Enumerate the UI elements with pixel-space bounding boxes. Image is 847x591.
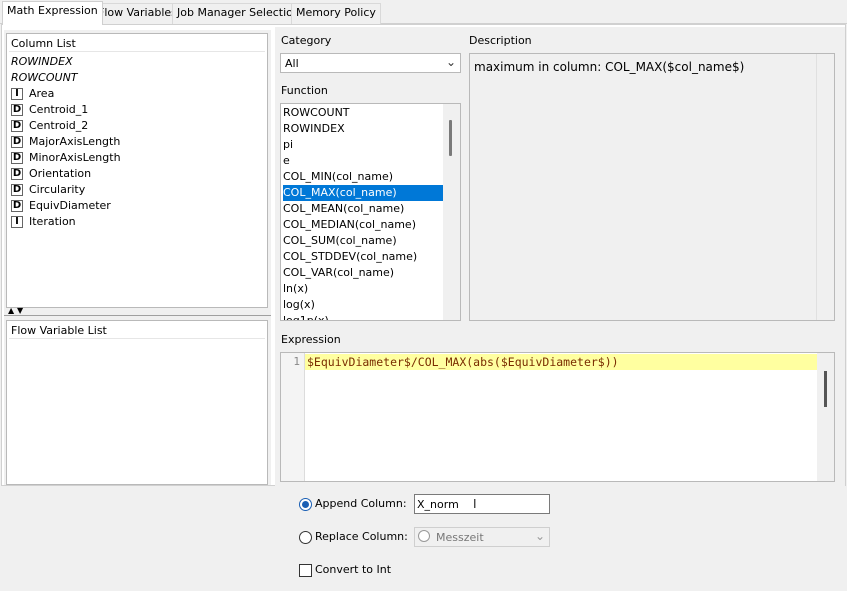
function-label: Function (281, 84, 328, 97)
double-type-icon: D (11, 184, 23, 196)
double-type-icon: D (11, 136, 23, 148)
tab-memory-policy[interactable]: Memory Policy (291, 3, 381, 24)
description-text: maximum in column: COL_MAX($col_name$) (474, 60, 745, 74)
description-label: Description (469, 34, 532, 47)
column-list-item[interactable]: D MajorAxisLength (11, 134, 120, 150)
tab-flow-variables[interactable]: Flow Variables (93, 3, 182, 24)
expression-label: Expression (281, 333, 341, 346)
double-type-icon: D (11, 152, 23, 164)
expression-text[interactable]: $EquivDiameter$/COL_MAX(abs($EquivDiamet… (307, 355, 619, 369)
collapse-up-icon[interactable]: ▲ (8, 306, 14, 315)
function-scroll-thumb[interactable] (449, 120, 452, 156)
column-list-item[interactable]: D Orientation (11, 166, 91, 182)
line-number: 1 (293, 355, 300, 368)
function-list-item[interactable]: ROWCOUNT (283, 105, 443, 121)
double-type-icon: D (11, 168, 23, 180)
tab-job-manager-selection[interactable]: Job Manager Selection (172, 3, 305, 24)
column-list-item[interactable]: D MinorAxisLength (11, 150, 121, 166)
column-list-item[interactable]: D Circularity (11, 182, 85, 198)
append-column-label: Append Column: (315, 497, 407, 510)
function-list[interactable]: ROWCOUNT ROWINDEX pi e COL_MIN(col_name) COL_… (280, 103, 461, 321)
integer-type-icon: I (11, 88, 23, 100)
expression-scrollbar[interactable] (817, 353, 834, 481)
function-list-item[interactable]: log(x) (283, 297, 443, 313)
integer-type-icon: I (11, 216, 23, 228)
column-name: MinorAxisLength (29, 151, 121, 164)
convert-to-int-label: Convert to Int (315, 563, 392, 576)
chevron-down-icon: ⌄ (534, 529, 545, 543)
replace-column-value: Messzeit (436, 531, 484, 544)
column-list-item[interactable]: ROWINDEX (11, 54, 73, 70)
column-list-panel[interactable]: Column List ROWINDEX ROWCOUNT I Area D Centro… (6, 33, 268, 308)
double-type-icon: D (11, 120, 23, 132)
clock-icon (418, 530, 430, 542)
column-list-item[interactable]: I Iteration (11, 214, 76, 230)
column-name: ROWINDEX (11, 55, 73, 68)
chevron-down-icon: ⌄ (445, 55, 456, 69)
column-list-item[interactable]: I Area (11, 86, 54, 102)
description-box: maximum in column: COL_MAX($col_name$) (469, 53, 835, 321)
column-name: Centroid_2 (29, 119, 89, 132)
column-name: Iteration (29, 215, 76, 228)
replace-column-select[interactable]: Messzeit ⌄ (414, 527, 550, 547)
category-label: Category (281, 34, 332, 47)
tab-math-expression[interactable]: Math Expression (2, 1, 103, 25)
column-list-item[interactable]: D Centroid_2 (11, 118, 88, 134)
column-name: Circularity (29, 183, 86, 196)
expression-editor[interactable]: 1 $EquivDiameter$/COL_MAX(abs($EquivDiam… (280, 352, 835, 482)
flow-variable-list-title: Flow Variable List (11, 324, 107, 337)
function-list-item[interactable]: COL_MIN(col_name) (283, 169, 443, 185)
function-list-item[interactable]: COL_MEDIAN(col_name) (283, 217, 443, 233)
line-gutter: 1 (281, 353, 305, 481)
column-name: EquivDiameter (29, 199, 111, 212)
column-name: Orientation (29, 167, 92, 180)
category-select[interactable]: All ⌄ (280, 53, 461, 73)
column-name: Area (29, 87, 55, 100)
splitter-handle[interactable]: ▲ ▼ (4, 306, 271, 316)
double-type-icon: D (11, 104, 23, 116)
column-list-title: Column List (11, 37, 76, 50)
function-list-item[interactable]: COL_STDDEV(col_name) (283, 249, 443, 265)
function-list-item[interactable]: e (283, 153, 443, 169)
replace-column-label: Replace Column: (315, 530, 408, 543)
function-list-item[interactable]: COL_MEAN(col_name) (283, 201, 443, 217)
flow-variable-list-panel[interactable]: Flow Variable List (6, 320, 268, 485)
column-name: ROWCOUNT (11, 71, 78, 84)
replace-column-radio[interactable] (299, 531, 312, 544)
append-column-input[interactable]: X_norm I (414, 494, 550, 514)
column-name: Centroid_1 (29, 103, 89, 116)
append-column-radio[interactable] (299, 498, 312, 511)
text-cursor-icon: I (473, 497, 477, 511)
function-list-item[interactable]: log1p(x) (283, 313, 443, 320)
expression-scroll-thumb[interactable] (824, 371, 827, 407)
column-name: MajorAxisLength (29, 135, 121, 148)
column-list-item[interactable]: D Centroid_1 (11, 102, 88, 118)
function-list-item[interactable]: COL_MAX(col_name) (283, 185, 443, 201)
double-type-icon: D (11, 200, 23, 212)
function-scrollbar[interactable] (443, 104, 460, 320)
collapse-down-icon[interactable]: ▼ (17, 306, 23, 315)
description-scrollbar[interactable] (816, 54, 834, 320)
function-list-item[interactable]: pi (283, 137, 443, 153)
column-list-item[interactable]: D EquivDiameter (11, 198, 111, 214)
category-value: All (285, 57, 299, 70)
function-list-item[interactable]: COL_SUM(col_name) (283, 233, 443, 249)
convert-to-int-checkbox[interactable] (299, 564, 312, 577)
function-list-item[interactable]: ROWINDEX (283, 121, 443, 137)
column-list-item[interactable]: ROWCOUNT (11, 70, 78, 86)
function-list-item[interactable]: ln(x) (283, 281, 443, 297)
append-column-value: X_norm (417, 498, 459, 511)
function-list-item[interactable]: COL_VAR(col_name) (283, 265, 443, 281)
